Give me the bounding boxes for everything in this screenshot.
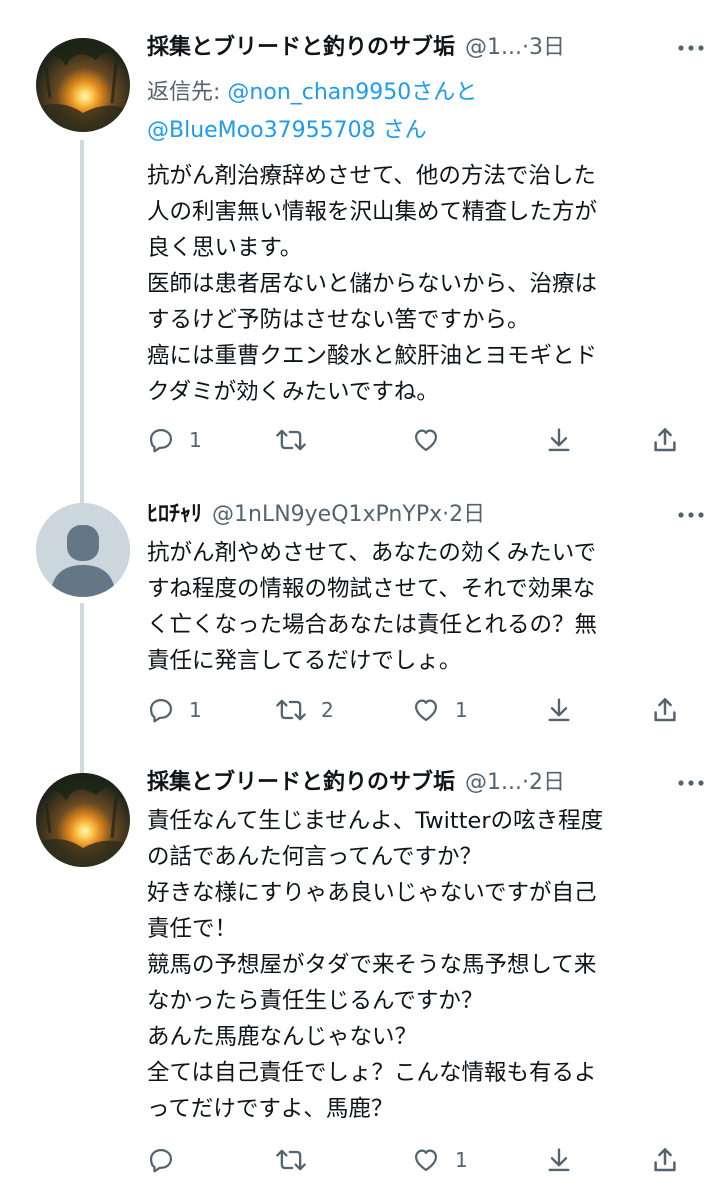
heart-icon [411,696,441,724]
tweet-text-line: すね程度の情報の物試させて、それで効果な [147,576,596,602]
retweet-icon [275,426,307,454]
separator-dot: · [522,770,529,795]
download-icon [545,696,573,724]
reply-icon [147,426,175,454]
thread-line [80,485,84,503]
retweet-icon [275,696,307,724]
timestamp[interactable]: 2日 [449,497,485,533]
tweet-text-line: なかったら責任生じるんですか？ [147,988,484,1014]
reply-count: 1 [189,698,202,722]
reply-to-and: さんと [411,80,478,105]
tweet-text-line: 好きな様にすりゃあ良いじゃないですが自己 [147,880,597,906]
timestamp[interactable]: 3日 [529,30,565,66]
tweet-actions: 1 [147,420,687,460]
share-button[interactable] [650,1140,680,1180]
more-icon[interactable] [674,497,704,533]
tweet-text-line: 抗がん剤治療辞めさせて、他の方法で治した [147,163,596,189]
tweet-actions: 1 2 1 [147,690,687,730]
retweet-icon [275,1146,307,1174]
display-name[interactable]: 採集とブリードと釣りのサブ垢 [147,765,455,801]
tweet-text-line: 抗がん剤やめさせて、あなたの効くみたいで [147,540,597,566]
tweet-text-line: 癌には重曹クエン酸水と鮫肝油とヨモギとド [147,343,598,369]
tweet-header: ﾋﾛﾁｬﾘ @1nLN9yeQ1xPnYPx · 2日 [147,497,704,533]
user-handle[interactable]: @1... [465,765,522,801]
reply-to-suffix: さん [382,118,427,143]
reply-count: 1 [189,428,202,452]
reply-button[interactable]: 1 [147,690,202,730]
share-icon [650,425,680,455]
retweet-button[interactable] [275,420,321,460]
share-button[interactable] [650,420,680,460]
tweet-text-line: 競馬の予想屋がタダで来そうな馬予想して来 [147,952,597,978]
avatar[interactable] [36,38,130,132]
retweet-button[interactable] [275,1140,321,1180]
reply-button[interactable] [147,1140,189,1180]
download-button[interactable] [545,420,573,460]
separator-dot: · [522,35,529,60]
download-icon [545,1146,573,1174]
tweet-header: 採集とブリードと釣りのサブ垢 @1... · 3日 [147,30,704,66]
tweet-text: 責任なんて生じませんよ、Twitterの呟き程度 の話であんた何言ってんですか？… [147,803,707,1127]
display-name[interactable]: ﾋﾛﾁｬﾘ [147,497,202,533]
heart-icon [411,1146,441,1174]
avatar[interactable] [36,773,130,867]
tweet-text-line: の話であんた何言ってんですか？ [147,844,483,870]
reply-icon [147,1146,175,1174]
tweet[interactable]: ﾋﾛﾁｬﾘ @1nLN9yeQ1xPnYPx · 2日 抗がん剤やめさせて、あな… [0,485,728,755]
mention-link[interactable]: @non_chan9950 [227,80,411,105]
tweet-header: 採集とブリードと釣りのサブ垢 @1... · 2日 [147,765,704,801]
avatar[interactable] [36,503,130,597]
thread-line [80,755,84,773]
reply-to: 返信先: @non_chan9950さんと @BlueMoo37955708 さ… [147,74,707,150]
tweet-text-line: 責任に発言してるだけでしょ。 [147,648,462,674]
tweet-text-line: ってだけですよ、馬鹿？ [147,1096,394,1122]
display-name[interactable]: 採集とブリードと釣りのサブ垢 [147,30,455,66]
download-icon [545,426,573,454]
like-count: 1 [455,1148,468,1172]
mention-link[interactable]: @BlueMoo37955708 [147,118,376,143]
tweet-text-line: 医師は患者居ないと儲からないから、治療は [147,271,598,297]
tweet-text: 抗がん剤やめさせて、あなたの効くみたいで すね程度の情報の物試させて、それで効果… [147,535,707,679]
thread-line [80,140,84,485]
user-handle[interactable]: @1nLN9yeQ1xPnYPx [212,497,442,533]
reply-icon [147,696,175,724]
like-button[interactable] [411,420,455,460]
tweet-text: 抗がん剤治療辞めさせて、他の方法で治した 人の利害無い情報を沢山集めて精査した方… [147,158,707,410]
download-button[interactable] [545,1140,573,1180]
tweet-text-line: 責任なんて生じませんよ、Twitterの呟き程度 [147,808,604,834]
more-icon[interactable] [674,30,704,66]
heart-icon [411,426,441,454]
user-handle[interactable]: @1... [465,30,522,66]
more-icon[interactable] [674,765,704,801]
tweet-actions: 1 [147,1140,687,1180]
reply-button[interactable]: 1 [147,420,202,460]
tweet-text-line: 責任で！ [147,916,238,942]
reply-to-label: 返信先: [147,80,221,105]
tweet-text-line: するけど予防はさせない筈ですから。 [147,307,530,333]
tweet-text-line: 人の利害無い情報を沢山集めて精査した方が [147,199,598,225]
retweet-button[interactable]: 2 [275,690,334,730]
tweet-text-line: 全ては自己責任でしょ？こんな情報も有るよ [147,1060,597,1086]
share-button[interactable] [650,690,680,730]
tweet[interactable]: 採集とブリードと釣りのサブ垢 @1... · 2日 責任なんて生じませんよ、Tw… [0,755,728,1200]
retweet-count: 2 [321,698,334,722]
tweet-text-line: クダミが効くみたいですね。 [147,379,439,405]
thread-line [80,603,84,755]
timestamp[interactable]: 2日 [529,765,565,801]
like-count: 1 [455,698,468,722]
tweet-text-line: 良く思います。 [147,235,303,261]
download-button[interactable] [545,690,573,730]
tweet-text-line: く亡くなった場合あなたは責任とれるの？無 [147,612,598,638]
separator-dot: · [442,502,450,527]
share-icon [650,1145,680,1175]
tweet[interactable]: 採集とブリードと釣りのサブ垢 @1... · 3日 返信先: @non_chan… [0,0,728,485]
like-button[interactable]: 1 [411,1140,468,1180]
tweet-text-line: あんた馬鹿なんじゃない？ [147,1024,418,1050]
share-icon [650,695,680,725]
like-button[interactable]: 1 [411,690,468,730]
